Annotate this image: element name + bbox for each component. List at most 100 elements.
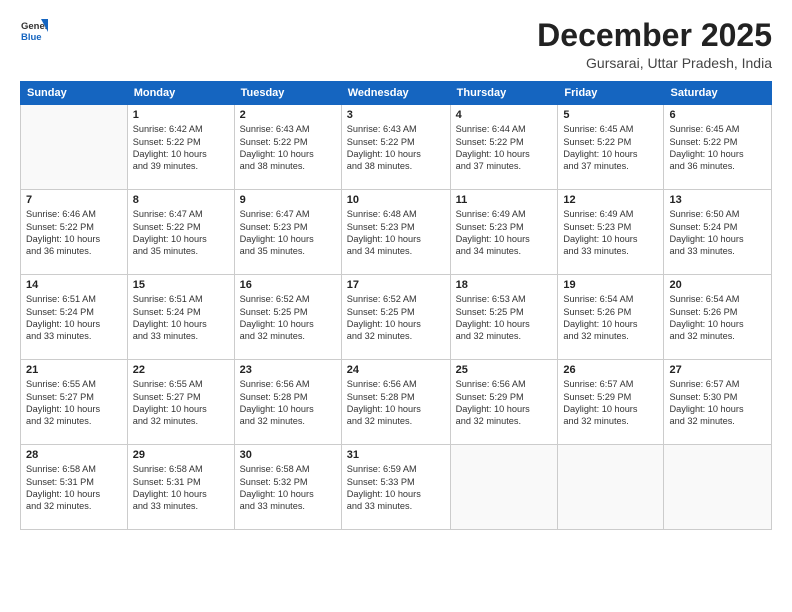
day-number: 1: [133, 109, 229, 121]
day-number: 29: [133, 449, 229, 461]
table-row: 8 Sunrise: 6:47 AMSunset: 5:22 PMDaylight…: [127, 190, 234, 275]
day-detail: Sunrise: 6:52 AMSunset: 5:25 PMDaylight:…: [240, 293, 336, 343]
table-row: 24Sunrise: 6:56 AMSunset: 5:28 PMDayligh…: [341, 360, 450, 445]
week-row-5: 28 Sunrise: 6:58 AMSunset: 5:31 PMDayligh…: [21, 445, 772, 530]
day-number: 11: [456, 194, 553, 206]
day-detail: Sunrise: 6:49 AMSunset: 5:23 PMDaylight:…: [563, 208, 658, 258]
day-number: 31: [347, 449, 445, 461]
day-detail: Sunrise: 6:58 AMSunset: 5:31 PMDaylight:…: [133, 463, 229, 513]
day-detail: Sunrise: 6:43 AMSunset: 5:22 PMDaylight:…: [240, 123, 336, 173]
day-detail: Sunrise: 6:59 AMSunset: 5:33 PMDaylight:…: [347, 463, 445, 513]
day-number: 6: [669, 109, 766, 121]
week-row-4: 21 Sunrise: 6:55 AMSunset: 5:27 PMDayligh…: [21, 360, 772, 445]
day-detail: Sunrise: 6:46 AMSunset: 5:22 PMDaylight:…: [26, 208, 122, 258]
week-row-3: 14Sunrise: 6:51 AMSunset: 5:24 PMDayligh…: [21, 275, 772, 360]
day-detail: Sunrise: 6:58 AMSunset: 5:31 PMDaylight:…: [26, 463, 122, 513]
table-row: 30Sunrise: 6:58 AMSunset: 5:32 PMDayligh…: [234, 445, 341, 530]
day-number: 9: [240, 194, 336, 206]
table-row: 9 Sunrise: 6:47 AMSunset: 5:23 PMDaylight…: [234, 190, 341, 275]
table-row: 6 Sunrise: 6:45 AMSunset: 5:22 PMDaylight…: [664, 105, 772, 190]
day-detail: Sunrise: 6:44 AMSunset: 5:22 PMDaylight:…: [456, 123, 553, 173]
day-number: 4: [456, 109, 553, 121]
day-detail: Sunrise: 6:52 AMSunset: 5:25 PMDaylight:…: [347, 293, 445, 343]
day-detail: Sunrise: 6:42 AMSunset: 5:22 PMDaylight:…: [133, 123, 229, 173]
day-number: 5: [563, 109, 658, 121]
day-detail: Sunrise: 6:51 AMSunset: 5:24 PMDaylight:…: [26, 293, 122, 343]
calendar-table: SundayMondayTuesdayWednesdayThursdayFrid…: [20, 81, 772, 530]
day-detail: Sunrise: 6:57 AMSunset: 5:30 PMDaylight:…: [669, 378, 766, 428]
day-number: 8: [133, 194, 229, 206]
table-row: 13 Sunrise: 6:50 AMSunset: 5:24 PMDayligh…: [664, 190, 772, 275]
day-detail: Sunrise: 6:45 AMSunset: 5:22 PMDaylight:…: [669, 123, 766, 173]
day-number: 30: [240, 449, 336, 461]
day-detail: Sunrise: 6:53 AMSunset: 5:25 PMDaylight:…: [456, 293, 553, 343]
day-number: 16: [240, 279, 336, 291]
day-detail: Sunrise: 6:56 AMSunset: 5:29 PMDaylight:…: [456, 378, 553, 428]
day-number: 13: [669, 194, 766, 206]
table-row: 22 Sunrise: 6:55 AMSunset: 5:27 PMDayligh…: [127, 360, 234, 445]
day-number: 19: [563, 279, 658, 291]
weekday-thursday: Thursday: [450, 82, 558, 105]
table-row: 5 Sunrise: 6:45 AMSunset: 5:22 PMDaylight…: [558, 105, 664, 190]
day-number: 28: [26, 449, 122, 461]
day-detail: Sunrise: 6:56 AMSunset: 5:28 PMDaylight:…: [347, 378, 445, 428]
weekday-monday: Monday: [127, 82, 234, 105]
table-row: 3 Sunrise: 6:43 AMSunset: 5:22 PMDaylight…: [341, 105, 450, 190]
weekday-saturday: Saturday: [664, 82, 772, 105]
day-number: 17: [347, 279, 445, 291]
day-number: 27: [669, 364, 766, 376]
table-row: 11Sunrise: 6:49 AMSunset: 5:23 PMDayligh…: [450, 190, 558, 275]
day-number: 3: [347, 109, 445, 121]
day-number: 15: [133, 279, 229, 291]
table-row: 1 Sunrise: 6:42 AMSunset: 5:22 PMDaylight…: [127, 105, 234, 190]
table-row: 26 Sunrise: 6:57 AMSunset: 5:29 PMDayligh…: [558, 360, 664, 445]
day-number: 12: [563, 194, 658, 206]
page: General Blue December 2025 Gursarai, Utt…: [0, 0, 792, 612]
table-row: [21, 105, 128, 190]
weekday-row: SundayMondayTuesdayWednesdayThursdayFrid…: [21, 82, 772, 105]
table-row: 31 Sunrise: 6:59 AMSunset: 5:33 PMDayligh…: [341, 445, 450, 530]
weekday-tuesday: Tuesday: [234, 82, 341, 105]
day-number: 18: [456, 279, 553, 291]
day-detail: Sunrise: 6:54 AMSunset: 5:26 PMDaylight:…: [563, 293, 658, 343]
svg-text:Blue: Blue: [21, 32, 42, 43]
day-number: 22: [133, 364, 229, 376]
day-number: 21: [26, 364, 122, 376]
day-number: 7: [26, 194, 122, 206]
day-number: 25: [456, 364, 553, 376]
day-detail: Sunrise: 6:55 AMSunset: 5:27 PMDaylight:…: [133, 378, 229, 428]
calendar-header: SundayMondayTuesdayWednesdayThursdayFrid…: [21, 82, 772, 105]
table-row: 4 Sunrise: 6:44 AMSunset: 5:22 PMDaylight…: [450, 105, 558, 190]
weekday-sunday: Sunday: [21, 82, 128, 105]
day-detail: Sunrise: 6:43 AMSunset: 5:22 PMDaylight:…: [347, 123, 445, 173]
table-row: 28 Sunrise: 6:58 AMSunset: 5:31 PMDayligh…: [21, 445, 128, 530]
day-detail: Sunrise: 6:48 AMSunset: 5:23 PMDaylight:…: [347, 208, 445, 258]
day-detail: Sunrise: 6:51 AMSunset: 5:24 PMDaylight:…: [133, 293, 229, 343]
day-detail: Sunrise: 6:47 AMSunset: 5:23 PMDaylight:…: [240, 208, 336, 258]
table-row: 29 Sunrise: 6:58 AMSunset: 5:31 PMDayligh…: [127, 445, 234, 530]
day-detail: Sunrise: 6:50 AMSunset: 5:24 PMDaylight:…: [669, 208, 766, 258]
day-detail: Sunrise: 6:47 AMSunset: 5:22 PMDaylight:…: [133, 208, 229, 258]
table-row: 17 Sunrise: 6:52 AMSunset: 5:25 PMDayligh…: [341, 275, 450, 360]
table-row: [664, 445, 772, 530]
table-row: 18 Sunrise: 6:53 AMSunset: 5:25 PMDayligh…: [450, 275, 558, 360]
table-row: [450, 445, 558, 530]
header: General Blue December 2025 Gursarai, Utt…: [20, 18, 772, 71]
day-number: 20: [669, 279, 766, 291]
day-detail: Sunrise: 6:45 AMSunset: 5:22 PMDaylight:…: [563, 123, 658, 173]
day-detail: Sunrise: 6:57 AMSunset: 5:29 PMDaylight:…: [563, 378, 658, 428]
day-number: 26: [563, 364, 658, 376]
weekday-wednesday: Wednesday: [341, 82, 450, 105]
table-row: 21Sunrise: 6:55 AMSunset: 5:27 PMDayligh…: [21, 360, 128, 445]
location-subtitle: Gursarai, Uttar Pradesh, India: [537, 55, 772, 71]
day-detail: Sunrise: 6:56 AMSunset: 5:28 PMDaylight:…: [240, 378, 336, 428]
weekday-friday: Friday: [558, 82, 664, 105]
table-row: 19 Sunrise: 6:54 AMSunset: 5:26 PMDayligh…: [558, 275, 664, 360]
day-number: 10: [347, 194, 445, 206]
table-row: 27 Sunrise: 6:57 AMSunset: 5:30 PMDayligh…: [664, 360, 772, 445]
table-row: 15 Sunrise: 6:51 AMSunset: 5:24 PMDayligh…: [127, 275, 234, 360]
title-block: December 2025 Gursarai, Uttar Pradesh, I…: [537, 18, 772, 71]
table-row: 23 Sunrise: 6:56 AMSunset: 5:28 PMDayligh…: [234, 360, 341, 445]
day-number: 23: [240, 364, 336, 376]
day-number: 2: [240, 109, 336, 121]
